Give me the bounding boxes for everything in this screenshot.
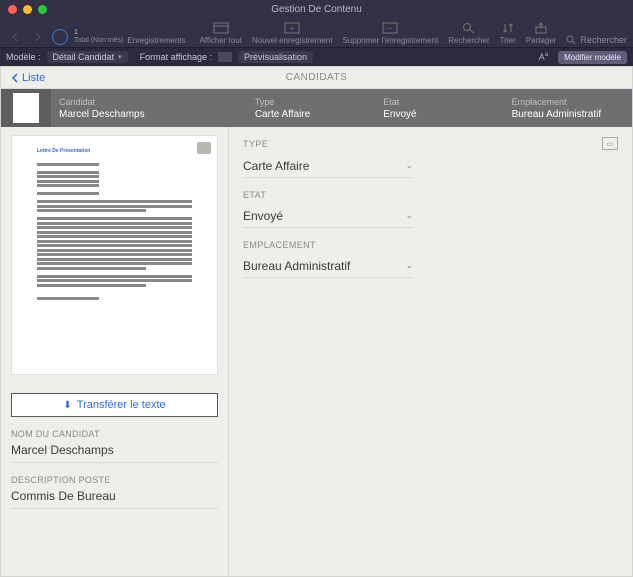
- download-icon: ⬇: [63, 400, 71, 411]
- records-label: Enregistrements: [127, 36, 185, 45]
- svg-text:+: +: [290, 24, 295, 33]
- etat-field-label: ETAT: [243, 190, 266, 200]
- record-count: 1: [74, 29, 123, 37]
- nav-prev-icon[interactable]: [8, 30, 24, 44]
- header-emplacement-value: Bureau Administratif: [512, 109, 624, 120]
- search-field[interactable]: Rechercher: [566, 35, 627, 45]
- pie-records-icon: [52, 29, 68, 45]
- record-thumbnail: [1, 89, 51, 127]
- new-record-button[interactable]: + Nouvel enregistrement: [252, 21, 332, 45]
- delete-record-icon: −: [382, 21, 398, 35]
- search-small-icon: [566, 35, 576, 45]
- etat-dropdown[interactable]: Envoyé ⌄: [243, 204, 413, 228]
- header-etat-value: Envoyé: [383, 109, 495, 120]
- job-description-label: DESCRIPTION POSTE: [11, 475, 218, 485]
- chevron-down-icon: ⌄: [405, 160, 413, 171]
- format-label: Format affichage :: [140, 52, 212, 62]
- model-label: Modèle :: [6, 52, 41, 62]
- emplacement-dropdown[interactable]: Bureau Administratif ⌄: [243, 254, 413, 278]
- text-format-icon[interactable]: Aa: [539, 52, 548, 62]
- show-all-button[interactable]: Afficher tout: [199, 21, 242, 45]
- chevron-down-icon: ⌄: [405, 210, 413, 221]
- type-field-label: TYPE: [243, 139, 268, 149]
- header-candidat-label: Candidat: [59, 97, 239, 107]
- delete-record-button[interactable]: − Supprimer l'enregistrement: [342, 21, 438, 45]
- new-record-icon: +: [284, 21, 300, 35]
- document-preview[interactable]: Lettre De Présentation: [11, 135, 218, 375]
- view-list-icon[interactable]: [218, 51, 232, 63]
- transfer-text-button[interactable]: ⬇ Transférer le texte: [11, 393, 218, 417]
- header-emplacement-label: Emplacement: [512, 97, 624, 107]
- modify-model-button[interactable]: Modifier modèle: [558, 51, 627, 64]
- card-icon: ▭: [602, 137, 618, 150]
- header-type-label: Type: [255, 97, 367, 107]
- header-etat-label: Etat: [383, 97, 495, 107]
- chevron-down-icon: ⌄: [405, 260, 413, 271]
- candidate-name-label: NOM DU CANDIDAT: [11, 429, 218, 439]
- show-all-icon: [213, 21, 229, 35]
- type-dropdown[interactable]: Carte Affaire ⌄: [243, 154, 413, 178]
- share-icon: [533, 21, 549, 35]
- chevron-down-icon: ▾: [118, 53, 122, 61]
- nav-next-icon[interactable]: [30, 30, 46, 44]
- record-header: Candidat Marcel Deschamps Type Carte Aff…: [1, 89, 632, 127]
- job-description-value: Commis De Bureau: [11, 489, 218, 509]
- svg-text:−: −: [388, 24, 393, 33]
- emplacement-field-label: EMPLACEMENT: [243, 240, 316, 250]
- image-placeholder-icon: [197, 142, 211, 154]
- window-title: Gestion De Contenu: [0, 4, 633, 15]
- section-title: CANDIDATS: [1, 72, 632, 83]
- sort-icon: [500, 21, 516, 35]
- header-candidat-value: Marcel Deschamps: [59, 109, 239, 120]
- preview-button[interactable]: Prévisualisation: [238, 51, 313, 63]
- find-button[interactable]: Rechercher: [448, 21, 489, 45]
- record-sort-status: Total (Non triés): [74, 37, 123, 45]
- search-icon: [461, 21, 477, 35]
- share-button[interactable]: Partager: [526, 21, 557, 45]
- candidate-name-value: Marcel Deschamps: [11, 443, 218, 463]
- window-titlebar: Gestion De Contenu: [0, 0, 633, 18]
- main-toolbar: 1 Total (Non triés) Enregistrements Affi…: [0, 18, 633, 48]
- sort-button[interactable]: Trier: [500, 21, 516, 45]
- header-type-value: Carte Affaire: [255, 109, 367, 120]
- model-selector[interactable]: Détail Candidat ▾: [47, 51, 128, 63]
- layout-bar: Modèle : Détail Candidat ▾ Format affich…: [0, 48, 633, 66]
